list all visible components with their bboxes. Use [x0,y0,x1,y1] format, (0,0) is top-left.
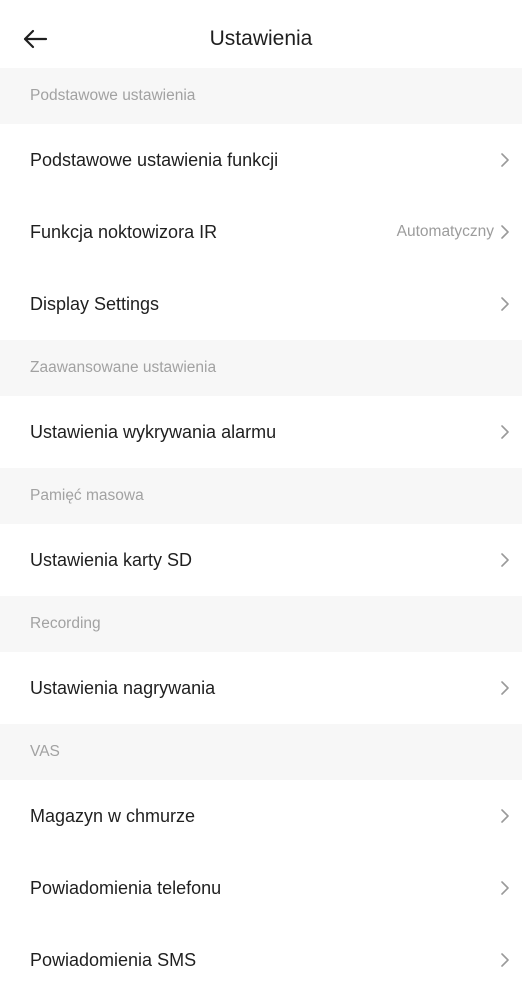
top-bar: Ustawienia [0,0,522,68]
page-title: Ustawienia [209,27,313,50]
row-label: Display Settings [30,293,160,314]
row-value: Automatyczny [396,223,494,240]
row-label: Ustawienia karty SD [30,549,193,570]
settings-row-cloud-storage[interactable]: Magazyn w chmurze [0,780,522,852]
chevron-right-icon [498,951,512,969]
row-label: Ustawienia wykrywania alarmu [30,421,277,442]
settings-row-ir-night-vision[interactable]: Funkcja noktowizora IR Automatyczny [0,196,522,268]
chevron-right-icon [498,295,512,313]
settings-row-recording[interactable]: Ustawienia nagrywania [0,652,522,724]
row-label: Podstawowe ustawienia funkcji [30,149,279,170]
settings-row-alarm-detection[interactable]: Ustawienia wykrywania alarmu [0,396,522,468]
chevron-right-icon [498,151,512,169]
chevron-right-icon [498,223,512,241]
row-label: Powiadomienia SMS [30,949,197,970]
settings-row-display-settings[interactable]: Display Settings [0,268,522,340]
settings-row-phone-notifications[interactable]: Powiadomienia telefonu [0,852,522,924]
chevron-right-icon [498,879,512,897]
row-label: Magazyn w chmurze [30,805,196,826]
settings-row-sms-notifications[interactable]: Powiadomienia SMS [0,924,522,996]
section-header-basic: Podstawowe ustawienia [0,68,522,124]
chevron-right-icon [498,807,512,825]
section-header-recording: Recording [0,596,522,652]
chevron-right-icon [498,679,512,697]
back-button[interactable] [22,22,66,60]
settings-row-basic-functions[interactable]: Podstawowe ustawienia funkcji [0,124,522,196]
settings-row-sd-card[interactable]: Ustawienia karty SD [0,524,522,596]
row-label: Funkcja noktowizora IR [30,221,218,242]
chevron-right-icon [498,551,512,569]
section-header-storage: Pamięć masowa [0,468,522,524]
section-header-vas: VAS [0,724,522,780]
section-header-advanced: Zaawansowane ustawienia [0,340,522,396]
arrow-left-icon [22,29,48,54]
row-label: Powiadomienia telefonu [30,877,222,898]
chevron-right-icon [498,423,512,441]
row-label: Ustawienia nagrywania [30,677,216,698]
